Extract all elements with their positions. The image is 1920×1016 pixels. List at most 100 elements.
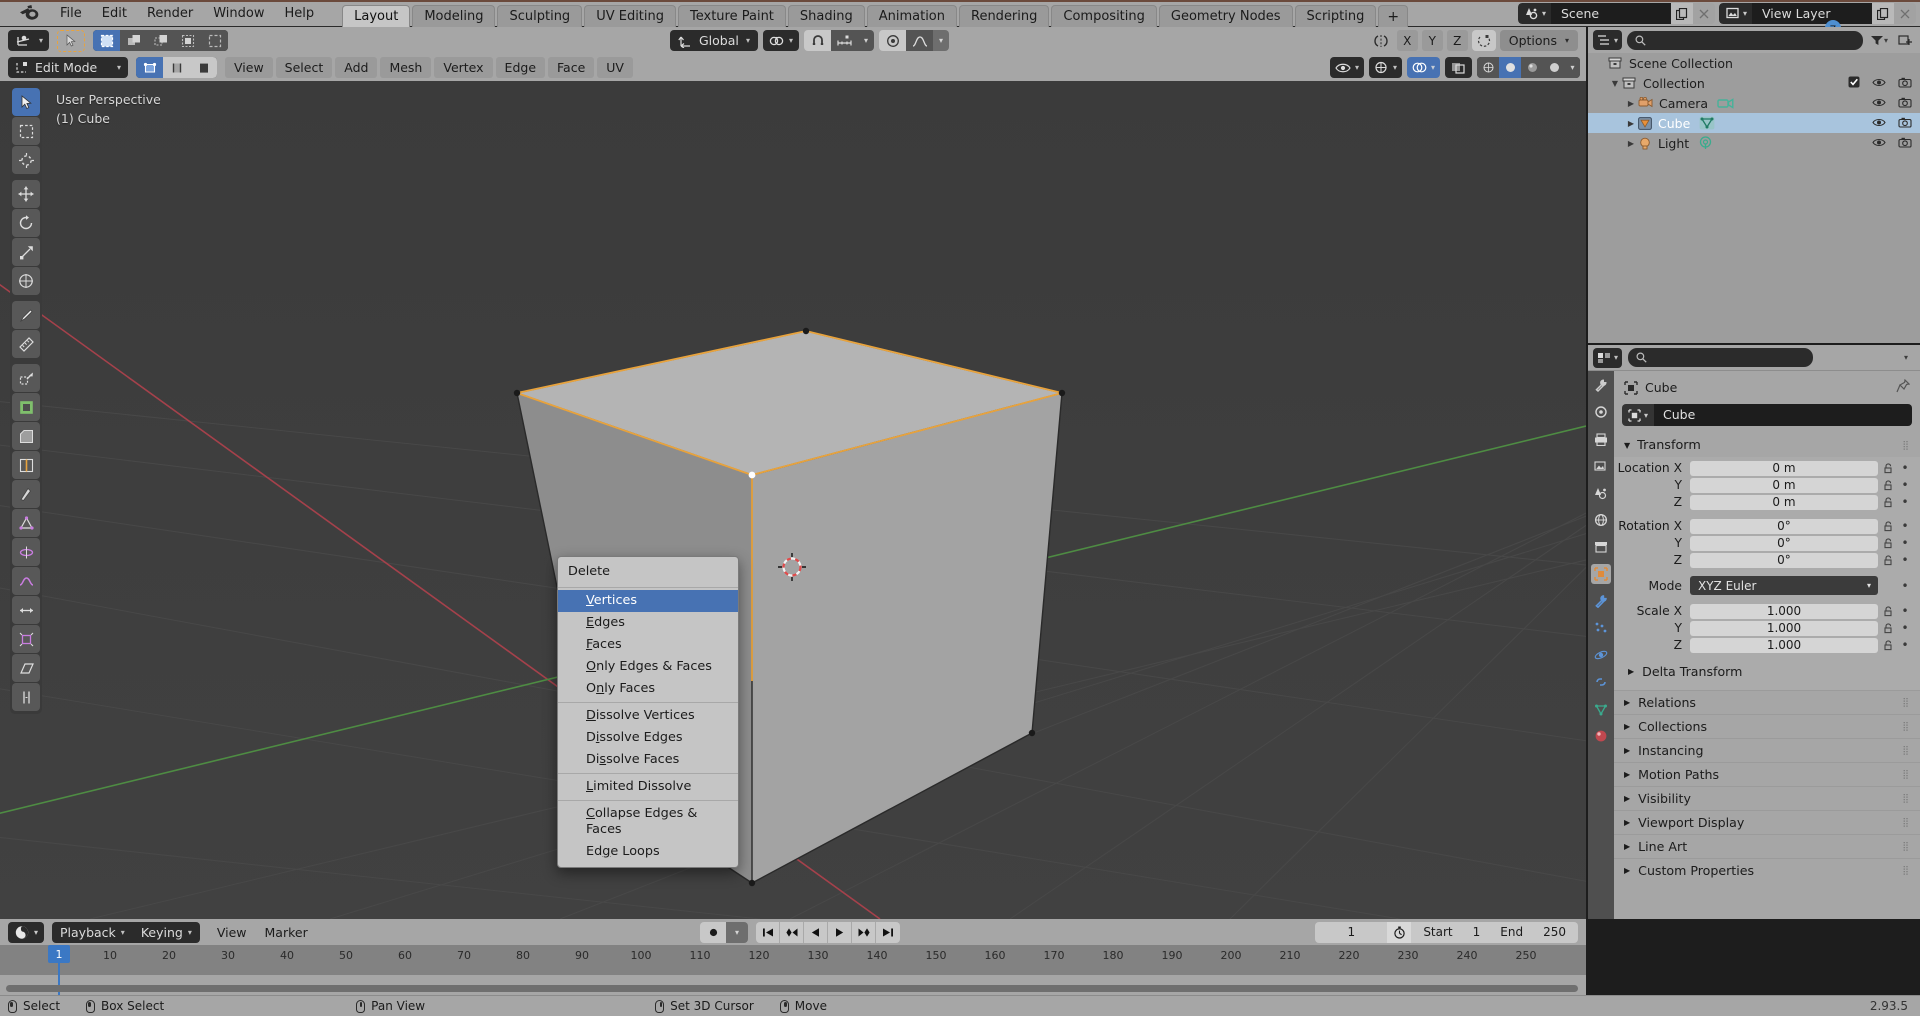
- lock-icon[interactable]: [1878, 462, 1898, 474]
- expander-triangle[interactable]: ▼: [1608, 79, 1622, 88]
- shading-wireframe-icon[interactable]: [1477, 57, 1499, 78]
- face-select-icon[interactable]: [190, 57, 217, 78]
- field-location-z[interactable]: 0 m: [1690, 494, 1878, 510]
- property-row-location-y[interactable]: Y 0 m •: [1614, 477, 1920, 493]
- animate-dot[interactable]: •: [1898, 536, 1912, 550]
- workspace-tab-rendering[interactable]: Rendering: [959, 4, 1050, 27]
- property-row-rotation-mode[interactable]: Mode XYZ Euler ▾ •: [1614, 576, 1920, 595]
- annotate-tool-icon[interactable]: [12, 301, 40, 329]
- box-select-icon[interactable]: [93, 30, 121, 51]
- camera-render-icon[interactable]: [1898, 136, 1912, 151]
- edge-select-icon[interactable]: [163, 57, 190, 78]
- viewport-menu-face[interactable]: Face: [548, 57, 595, 78]
- jump-to-end-icon[interactable]: [876, 921, 900, 943]
- menu-edit[interactable]: Edit: [92, 3, 137, 24]
- property-row-scale-x[interactable]: Scale X 1.000 •: [1614, 603, 1920, 619]
- material-sphere-icon[interactable]: [1591, 726, 1611, 746]
- menu-window[interactable]: Window: [203, 3, 274, 24]
- property-row-location-z[interactable]: Z 0 m •: [1614, 494, 1920, 510]
- camera-data-icon[interactable]: [1717, 97, 1734, 110]
- outliner-row-scene-collection[interactable]: Scene Collection: [1588, 53, 1920, 73]
- snap-increment-icon[interactable]: [831, 30, 859, 51]
- timeline-menu-marker[interactable]: Marker: [256, 922, 317, 943]
- physics-orbit-icon[interactable]: [1591, 645, 1611, 665]
- subtract-select-icon[interactable]: [147, 30, 175, 51]
- tweak-tool-icon[interactable]: [12, 88, 40, 116]
- menu-render[interactable]: Render: [137, 3, 203, 24]
- pin-icon[interactable]: [1896, 378, 1911, 396]
- subpanel-motion-paths[interactable]: ▶ Motion Paths ⣿: [1614, 762, 1920, 786]
- timeline-ruler[interactable]: 10 20 30 40 50 60 70 80 90 100 110 120 1…: [0, 945, 1586, 1001]
- start-frame-value[interactable]: 1: [1473, 925, 1481, 939]
- collection-box-icon[interactable]: [1591, 537, 1611, 557]
- shading-dropdown-chevron[interactable]: ▾: [1565, 57, 1580, 78]
- auto-keying-group[interactable]: ▾: [700, 921, 748, 943]
- playhead-marker[interactable]: 1: [48, 945, 70, 963]
- properties-search-input[interactable]: [1628, 348, 1814, 367]
- timeline-editor[interactable]: ▾ Playback ▾ Keying ▾ View Marker ▾ 1 St…: [0, 919, 1586, 1001]
- eye-icon[interactable]: [1872, 116, 1886, 131]
- property-row-scale-z[interactable]: Z 1.000 •: [1614, 637, 1920, 653]
- menu-file[interactable]: File: [50, 3, 92, 24]
- smooth-icon[interactable]: [12, 567, 40, 595]
- auto-keying-chevron[interactable]: ▾: [726, 921, 748, 943]
- workspace-tab-layout[interactable]: Layout: [342, 4, 411, 27]
- outliner-display-icon[interactable]: ▾: [1593, 30, 1623, 50]
- properties-panel-body[interactable]: Cube ▾ Cube ▼ Transform ⣿ Location X 0 m…: [1614, 371, 1920, 919]
- expander-triangle[interactable]: ▶: [1624, 119, 1638, 128]
- current-frame-field[interactable]: 1: [1315, 921, 1388, 943]
- light-data-icon[interactable]: [1698, 136, 1713, 150]
- falloff-curve-icon[interactable]: [906, 30, 934, 51]
- options-dropdown[interactable]: Options ▾: [1499, 30, 1578, 51]
- animate-dot[interactable]: •: [1898, 579, 1912, 593]
- loop-cut-icon[interactable]: [12, 451, 40, 479]
- viewport-gizmos-icon[interactable]: ▾: [1368, 57, 1402, 78]
- wrench-icon[interactable]: [1591, 591, 1611, 611]
- properties-options-icon[interactable]: ▾: [1897, 353, 1915, 362]
- select-box-icon[interactable]: [12, 117, 40, 145]
- workspace-tab-geometry-nodes[interactable]: Geometry Nodes: [1158, 4, 1293, 27]
- shading-material-preview-icon[interactable]: [1521, 57, 1543, 78]
- animate-dot[interactable]: •: [1898, 553, 1912, 567]
- field-location-y[interactable]: 0 m: [1690, 477, 1878, 493]
- new-scene-button[interactable]: [1670, 3, 1693, 24]
- object-properties-tab[interactable]: [1591, 564, 1611, 584]
- menu-item-limited-dissolve[interactable]: Limited Dissolve: [558, 776, 738, 798]
- mirror-axis-y[interactable]: Y: [1421, 30, 1443, 51]
- lock-icon[interactable]: [1878, 520, 1898, 532]
- lock-icon[interactable]: [1878, 605, 1898, 617]
- animate-dot[interactable]: •: [1898, 621, 1912, 635]
- tweak-cursor-icon[interactable]: [57, 29, 86, 52]
- add-workspace-button[interactable]: +: [1378, 4, 1409, 27]
- animate-dot[interactable]: •: [1898, 604, 1912, 618]
- measure-tool-icon[interactable]: [12, 330, 40, 358]
- viewport-menu-edge[interactable]: Edge: [495, 57, 546, 78]
- overlays-icon[interactable]: ▾: [1406, 57, 1440, 78]
- menu-item-only-faces[interactable]: Only Faces: [558, 678, 738, 700]
- eye-icon[interactable]: [1872, 136, 1886, 151]
- expander-triangle[interactable]: ▶: [1624, 99, 1638, 108]
- spin-icon[interactable]: [12, 538, 40, 566]
- subpanel-line-art[interactable]: ▶ Line Art ⣿: [1614, 834, 1920, 858]
- remove-view-layer-button[interactable]: [1894, 3, 1916, 24]
- scene-cone-icon[interactable]: [1591, 483, 1611, 503]
- viewport-menu-view[interactable]: View: [225, 57, 273, 78]
- lock-icon[interactable]: [1878, 537, 1898, 549]
- lock-icon[interactable]: [1878, 639, 1898, 651]
- subpanel-delta-transform[interactable]: ▶ Delta Transform: [1614, 661, 1920, 684]
- property-row-rotation-y[interactable]: Y 0° •: [1614, 535, 1920, 551]
- lasso-select-icon[interactable]: [201, 30, 229, 51]
- viewport-menu-vertex[interactable]: Vertex: [434, 57, 493, 78]
- menu-item-collapse-edges-and-faces[interactable]: Collapse Edges & Faces: [558, 803, 738, 841]
- menu-help[interactable]: Help: [275, 3, 325, 24]
- mesh-data-green-icon[interactable]: [1591, 699, 1611, 719]
- poly-build-icon[interactable]: [12, 509, 40, 537]
- viewport-menu-add[interactable]: Add: [335, 57, 378, 78]
- mirror-axis-x[interactable]: X: [1396, 30, 1418, 51]
- new-view-layer-button[interactable]: [1872, 3, 1894, 24]
- delete-context-menu[interactable]: Delete Vertices Edges Faces Only Edges &…: [557, 556, 739, 868]
- scale-tool-icon[interactable]: [12, 238, 40, 266]
- menu-item-only-edges-and-faces[interactable]: Only Edges & Faces: [558, 656, 738, 678]
- frame-range-fields[interactable]: Start 1 End 250: [1411, 921, 1578, 943]
- outliner-row-collection[interactable]: ▼ Collection: [1588, 73, 1920, 93]
